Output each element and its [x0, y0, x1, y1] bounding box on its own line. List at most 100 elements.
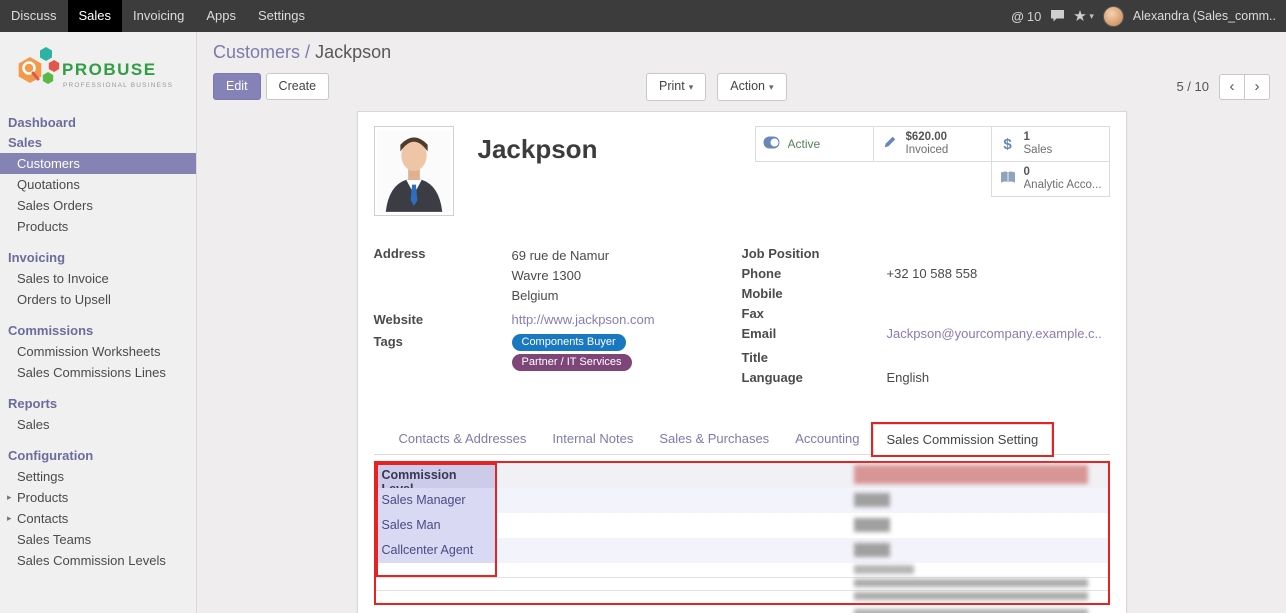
- messages-button[interactable]: [1050, 9, 1065, 23]
- title-label: Title: [742, 350, 887, 366]
- table-footer-stripe: [376, 590, 1108, 603]
- address-label: Address: [374, 246, 512, 306]
- active-stat-button[interactable]: Active: [755, 126, 874, 162]
- breadcrumb-customers[interactable]: Customers: [213, 42, 300, 62]
- table-header-row: Commission Level: [376, 463, 1108, 488]
- menu-discuss[interactable]: Discuss: [0, 0, 68, 32]
- sidebar-item-sales-to-invoice[interactable]: Sales to Invoice: [0, 268, 196, 289]
- notebook-tabs: Contacts & Addresses Internal Notes Sale…: [374, 424, 1110, 455]
- create-button[interactable]: Create: [266, 73, 330, 100]
- breadcrumb-separator: /: [305, 42, 310, 62]
- pager-next-button[interactable]: ›: [1244, 74, 1270, 100]
- print-dropdown[interactable]: Print▾: [646, 73, 706, 101]
- tag-partner-it-services[interactable]: Partner / IT Services: [512, 354, 632, 371]
- email-link[interactable]: Jackpson@yourcompany.example.c..: [887, 326, 1102, 342]
- mobile-label: Mobile: [742, 286, 887, 302]
- sidebar-heading-reports[interactable]: Reports: [0, 394, 196, 414]
- book-icon: [999, 171, 1017, 188]
- sidebar-item-products[interactable]: Products: [0, 216, 196, 237]
- expand-arrow-icon: ▸: [7, 489, 17, 506]
- top-navbar: Discuss Sales Invoicing Apps Settings @ …: [0, 0, 1286, 32]
- chevron-down-icon: ▾: [769, 82, 774, 92]
- breadcrumb-current: Jackpson: [315, 42, 391, 62]
- sidebar-heading-configuration[interactable]: Configuration: [0, 446, 196, 466]
- sidebar-item-sales-commission-levels[interactable]: Sales Commission Levels: [0, 550, 196, 571]
- expand-arrow-icon: ▸: [7, 510, 17, 527]
- table-row[interactable]: Sales Man: [376, 513, 1108, 538]
- sidebar-item-sales-orders[interactable]: Sales Orders: [0, 195, 196, 216]
- tab-internal-notes[interactable]: Internal Notes: [539, 424, 646, 454]
- stat-buttons: Active $620.00Invoiced $ 1Sales: [753, 126, 1110, 197]
- partner-name: Jackpson: [478, 134, 598, 165]
- sidebar-item-commission-worksheets[interactable]: Commission Worksheets: [0, 341, 196, 362]
- sidebar-item-label: Products: [17, 489, 68, 506]
- action-dropdown[interactable]: Action▾: [717, 73, 786, 101]
- sidebar-heading-invoicing[interactable]: Invoicing: [0, 248, 196, 268]
- sidebar-item-reports-sales[interactable]: Sales: [0, 414, 196, 435]
- star-icon: [1074, 10, 1086, 22]
- sidebar-item-customers[interactable]: Customers: [0, 153, 196, 174]
- language-value: English: [887, 370, 930, 386]
- invoiced-stat-button[interactable]: $620.00Invoiced: [873, 126, 992, 162]
- user-avatar[interactable]: [1103, 6, 1124, 27]
- language-label: Language: [742, 370, 887, 386]
- dollar-icon: $: [999, 136, 1017, 153]
- table-row[interactable]: Callcenter Agent: [376, 538, 1108, 563]
- user-menu[interactable]: Alexandra (Sales_comm..: [1133, 9, 1276, 23]
- sidebar-item-orders-to-upsell[interactable]: Orders to Upsell: [0, 289, 196, 310]
- edit-button[interactable]: Edit: [213, 73, 261, 100]
- systray-menu-button[interactable]: ▾: [1074, 10, 1094, 22]
- phone-label: Phone: [742, 266, 887, 282]
- fax-label: Fax: [742, 306, 887, 322]
- app-logo: PROBUSE PROFESSIONAL BUSINESS: [0, 32, 196, 107]
- breadcrumb: Customers / Jackpson: [213, 42, 1270, 63]
- mention-counter[interactable]: @ 10: [1011, 9, 1041, 24]
- sidebar-item-settings[interactable]: Settings: [0, 466, 196, 487]
- chevron-down-icon: ▾: [1089, 11, 1094, 22]
- sidebar-item-config-contacts[interactable]: ▸ Contacts: [0, 508, 196, 529]
- mention-icon: @: [1011, 9, 1024, 24]
- form-sheet: Jackpson Active $620.00Invoi: [357, 111, 1127, 613]
- sidebar-item-config-products[interactable]: ▸ Products: [0, 487, 196, 508]
- tab-sales-commission-setting[interactable]: Sales Commission Setting: [873, 424, 1053, 455]
- table-after-row: [374, 608, 1110, 613]
- tags-label: Tags: [374, 334, 512, 371]
- chevron-down-icon: ▾: [689, 82, 694, 92]
- analytic-accounts-stat-button[interactable]: 0Analytic Acco...: [991, 161, 1110, 197]
- email-label: Email: [742, 326, 887, 342]
- website-link[interactable]: http://www.jackpson.com: [512, 312, 655, 328]
- sidebar-item-quotations[interactable]: Quotations: [0, 174, 196, 195]
- table-empty-row: [376, 563, 1108, 577]
- chevron-left-icon: ‹: [1230, 78, 1235, 95]
- redacted-region: [854, 609, 1088, 613]
- sidebar: PROBUSE PROFESSIONAL BUSINESS Dashboard …: [0, 32, 197, 613]
- tags-value: Components Buyer Partner / IT Services: [512, 334, 632, 371]
- sidebar-item-label: Contacts: [17, 510, 68, 527]
- tag-components-buyer[interactable]: Components Buyer: [512, 334, 626, 351]
- menu-apps[interactable]: Apps: [195, 0, 247, 32]
- menu-settings[interactable]: Settings: [247, 0, 316, 32]
- tab-sales-purchases[interactable]: Sales & Purchases: [646, 424, 782, 454]
- chat-bubble-icon: [1050, 9, 1065, 23]
- phone-value: +32 10 588 558: [887, 266, 978, 282]
- logo-title: PROBUSE: [62, 60, 157, 79]
- tab-contacts-addresses[interactable]: Contacts & Addresses: [386, 424, 540, 454]
- sidebar-item-sales-teams[interactable]: Sales Teams: [0, 529, 196, 550]
- menu-sales[interactable]: Sales: [68, 0, 123, 32]
- mention-count: 10: [1027, 9, 1041, 24]
- sidebar-heading-commissions[interactable]: Commissions: [0, 321, 196, 341]
- tab-accounting[interactable]: Accounting: [782, 424, 872, 454]
- sidebar-item-dashboard[interactable]: Dashboard: [0, 113, 196, 133]
- menu-invoicing[interactable]: Invoicing: [122, 0, 195, 32]
- table-row[interactable]: Sales Manager: [376, 488, 1108, 513]
- sidebar-item-sales-commissions-lines[interactable]: Sales Commissions Lines: [0, 362, 196, 383]
- job-position-label: Job Position: [742, 246, 887, 262]
- pager-previous-button[interactable]: ‹: [1219, 74, 1245, 100]
- active-toggle-icon: [763, 136, 781, 153]
- sales-stat-button[interactable]: $ 1Sales: [991, 126, 1110, 162]
- sidebar-item-sales[interactable]: Sales: [0, 133, 196, 153]
- logo-subtitle: PROFESSIONAL BUSINESS: [63, 82, 173, 89]
- commission-table: Commission Level Sales Manager Sales Man…: [374, 461, 1110, 605]
- pencil-icon: [881, 135, 899, 153]
- pager-value: 5 / 10: [1176, 79, 1209, 94]
